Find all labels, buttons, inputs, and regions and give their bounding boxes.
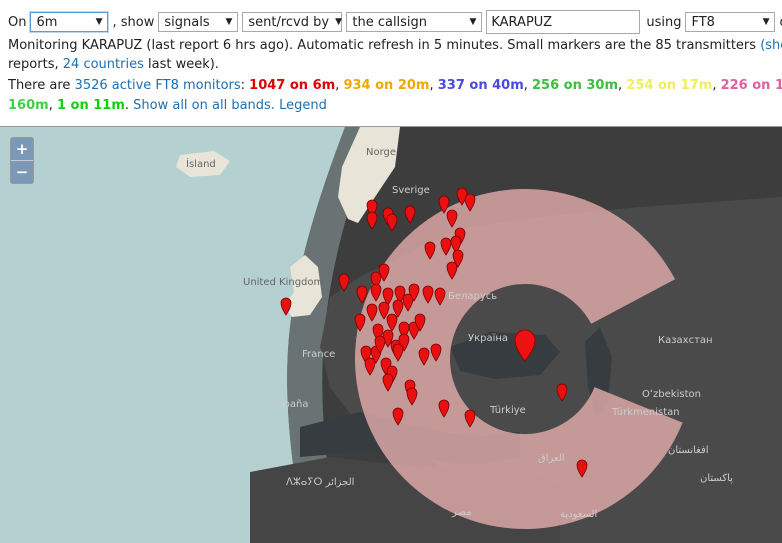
- band-count[interactable]: 226 on 10m: [721, 78, 782, 93]
- label-turkiye: Türkiye: [490, 405, 526, 416]
- control-row: On 6m ▼ , show signals ▼ sent/rcvd by ▼ the…: [8, 10, 782, 34]
- label-espana: España: [272, 399, 309, 410]
- target-select[interactable]: the callsign ▼: [346, 12, 483, 32]
- callsign-input[interactable]: KARAPUZ: [486, 10, 641, 34]
- band-select[interactable]: 6m ▼: [30, 12, 109, 32]
- legend-link[interactable]: Legend: [279, 98, 327, 113]
- label-norge: Norge: [366, 147, 397, 158]
- label-ukraina: Україна: [468, 333, 509, 344]
- monitors-pre: There are: [8, 78, 71, 93]
- last-week-text: last week).: [148, 57, 219, 72]
- label-sverige: Sverige: [392, 185, 430, 196]
- label-belarus: Беларусь: [448, 291, 498, 302]
- band-select-value: 6m: [36, 14, 58, 30]
- band-count[interactable]: 1047 on 6m: [249, 78, 335, 93]
- using-label: using: [646, 14, 682, 30]
- reports-text: reports,: [8, 57, 59, 72]
- map[interactable]: + − Ísland Norge Sverige United Kingdom …: [0, 126, 782, 543]
- label-algeria: ⴷⵣⴰⵢⵔ الجزائر: [286, 477, 355, 488]
- label-afghanistan: افغانستان: [668, 445, 709, 456]
- zoom-in-button[interactable]: +: [11, 138, 33, 160]
- monitors-line-2: 160m, 1 on 11m. Show all on all bands. L…: [8, 98, 327, 113]
- show-log-link[interactable]: (show lo: [760, 38, 782, 53]
- label-pakistan: پاکستان: [700, 473, 733, 484]
- target-select-value: the callsign: [352, 14, 428, 30]
- monitors-line-1: There are 3526 active FT8 monitors: 1047…: [8, 78, 782, 93]
- zoom-control: + −: [10, 137, 34, 184]
- label-uzbekistan: Oʻzbekiston: [642, 389, 701, 400]
- band-counts-2: 160m, 1 on 11m.: [8, 98, 134, 113]
- mode-select-value: FT8: [691, 14, 715, 30]
- chevron-down-icon: ▼: [335, 17, 342, 27]
- monitors-link[interactable]: 3526 active FT8 monitors: [75, 78, 241, 93]
- status-text: Monitoring KARAPUZ (last report 6 hrs ag…: [8, 38, 757, 53]
- label-france: France: [302, 349, 336, 360]
- label-island: Ísland: [186, 159, 216, 170]
- mode-select[interactable]: FT8 ▼: [685, 12, 776, 32]
- label-uk: United Kingdom: [243, 277, 324, 288]
- show-select[interactable]: signals ▼: [158, 12, 239, 32]
- label-iraq: العراق: [538, 453, 565, 464]
- direction-select[interactable]: sent/rcvd by ▼: [242, 12, 343, 32]
- chevron-down-icon: ▼: [762, 17, 770, 27]
- band-count[interactable]: 1 on 11m: [57, 98, 125, 113]
- chevron-down-icon: ▼: [225, 17, 233, 27]
- band-counts: 1047 on 6m, 934 on 20m, 337 on 40m, 256 …: [249, 78, 782, 93]
- label-turkmenistan: Türkmenistan: [612, 407, 680, 418]
- band-count[interactable]: 934 on 20m: [343, 78, 429, 93]
- status-line-2: reports, 24 countries last week).: [8, 57, 219, 72]
- countries-link[interactable]: 24 countries: [63, 57, 144, 72]
- chevron-down-icon: ▼: [95, 17, 103, 27]
- on-label: On: [8, 14, 27, 30]
- show-select-value: signals: [164, 14, 210, 30]
- band-count[interactable]: 337 on 40m: [438, 78, 524, 93]
- band-count[interactable]: 160m: [8, 98, 49, 113]
- label-kazakhstan: Казахстан: [658, 335, 713, 346]
- zoom-out-button[interactable]: −: [11, 160, 33, 183]
- status-line-1: Monitoring KARAPUZ (last report 6 hrs ag…: [8, 38, 782, 53]
- show-label: , show: [112, 14, 155, 30]
- chevron-down-icon: ▼: [469, 17, 477, 27]
- show-all-link[interactable]: Show all on all bands.: [133, 98, 275, 113]
- direction-select-value: sent/rcvd by: [248, 14, 330, 30]
- band-count[interactable]: 256 on 30m: [532, 78, 618, 93]
- control-bar: On 6m ▼ , show signals ▼ sent/rcvd by ▼ the…: [0, 0, 782, 126]
- label-misr: مصر: [452, 507, 472, 518]
- label-ksa: السعودية: [560, 509, 598, 520]
- band-count[interactable]: 254 on 17m: [626, 78, 712, 93]
- monitors-colon: :: [240, 78, 246, 93]
